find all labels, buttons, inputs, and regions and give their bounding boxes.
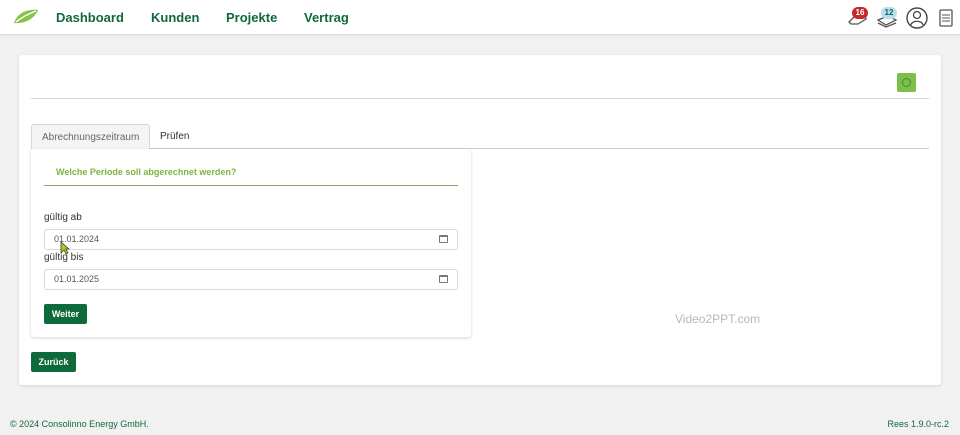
valid-to-input[interactable]: 01.01.2025: [44, 269, 458, 290]
main-card: Abrechnungszeitraum Prüfen Welche Period…: [19, 55, 941, 385]
footer-copyright: © 2024 Consolinno Energy GmbH.: [10, 419, 149, 429]
back-button[interactable]: Zurück: [31, 352, 76, 372]
document-icon[interactable]: [933, 6, 959, 30]
nav-dashboard[interactable]: Dashboard: [56, 10, 124, 25]
calendar-icon[interactable]: [439, 275, 448, 283]
logo-leaf-icon[interactable]: [12, 8, 40, 26]
billing-period-panel: Welche Periode soll abgerechnet werden? …: [31, 149, 471, 337]
valid-from-input[interactable]: 01.01.2024: [44, 229, 458, 250]
footer-version: Rees 1.9.0-rc.2: [887, 419, 949, 429]
tab-abrechnungszeitraum[interactable]: Abrechnungszeitraum: [31, 124, 150, 149]
question-underline: [44, 185, 458, 186]
period-question: Welche Periode soll abgerechnet werden?: [56, 167, 237, 177]
header-divider: [31, 98, 929, 99]
mouse-cursor-icon: [60, 241, 70, 255]
next-button[interactable]: Weiter: [44, 304, 87, 324]
valid-to-value: 01.01.2025: [54, 274, 100, 284]
nav-vertrag[interactable]: Vertrag: [304, 10, 349, 25]
tab-pruefen[interactable]: Prüfen: [150, 124, 199, 149]
watermark: Video2PPT.com: [675, 312, 761, 326]
user-avatar-icon[interactable]: [904, 6, 930, 30]
calendar-icon[interactable]: [439, 235, 448, 243]
notifications-badge: 16: [852, 7, 868, 19]
nav-projekte[interactable]: Projekte: [226, 10, 277, 25]
top-navigation-bar: Dashboard Kunden Projekte Vertrag 16 12: [0, 0, 960, 35]
valid-from-label: gültig ab: [44, 212, 82, 223]
nav-kunden[interactable]: Kunden: [151, 10, 199, 25]
messages-badge: 12: [881, 7, 897, 19]
settings-corner-button[interactable]: [897, 73, 916, 92]
